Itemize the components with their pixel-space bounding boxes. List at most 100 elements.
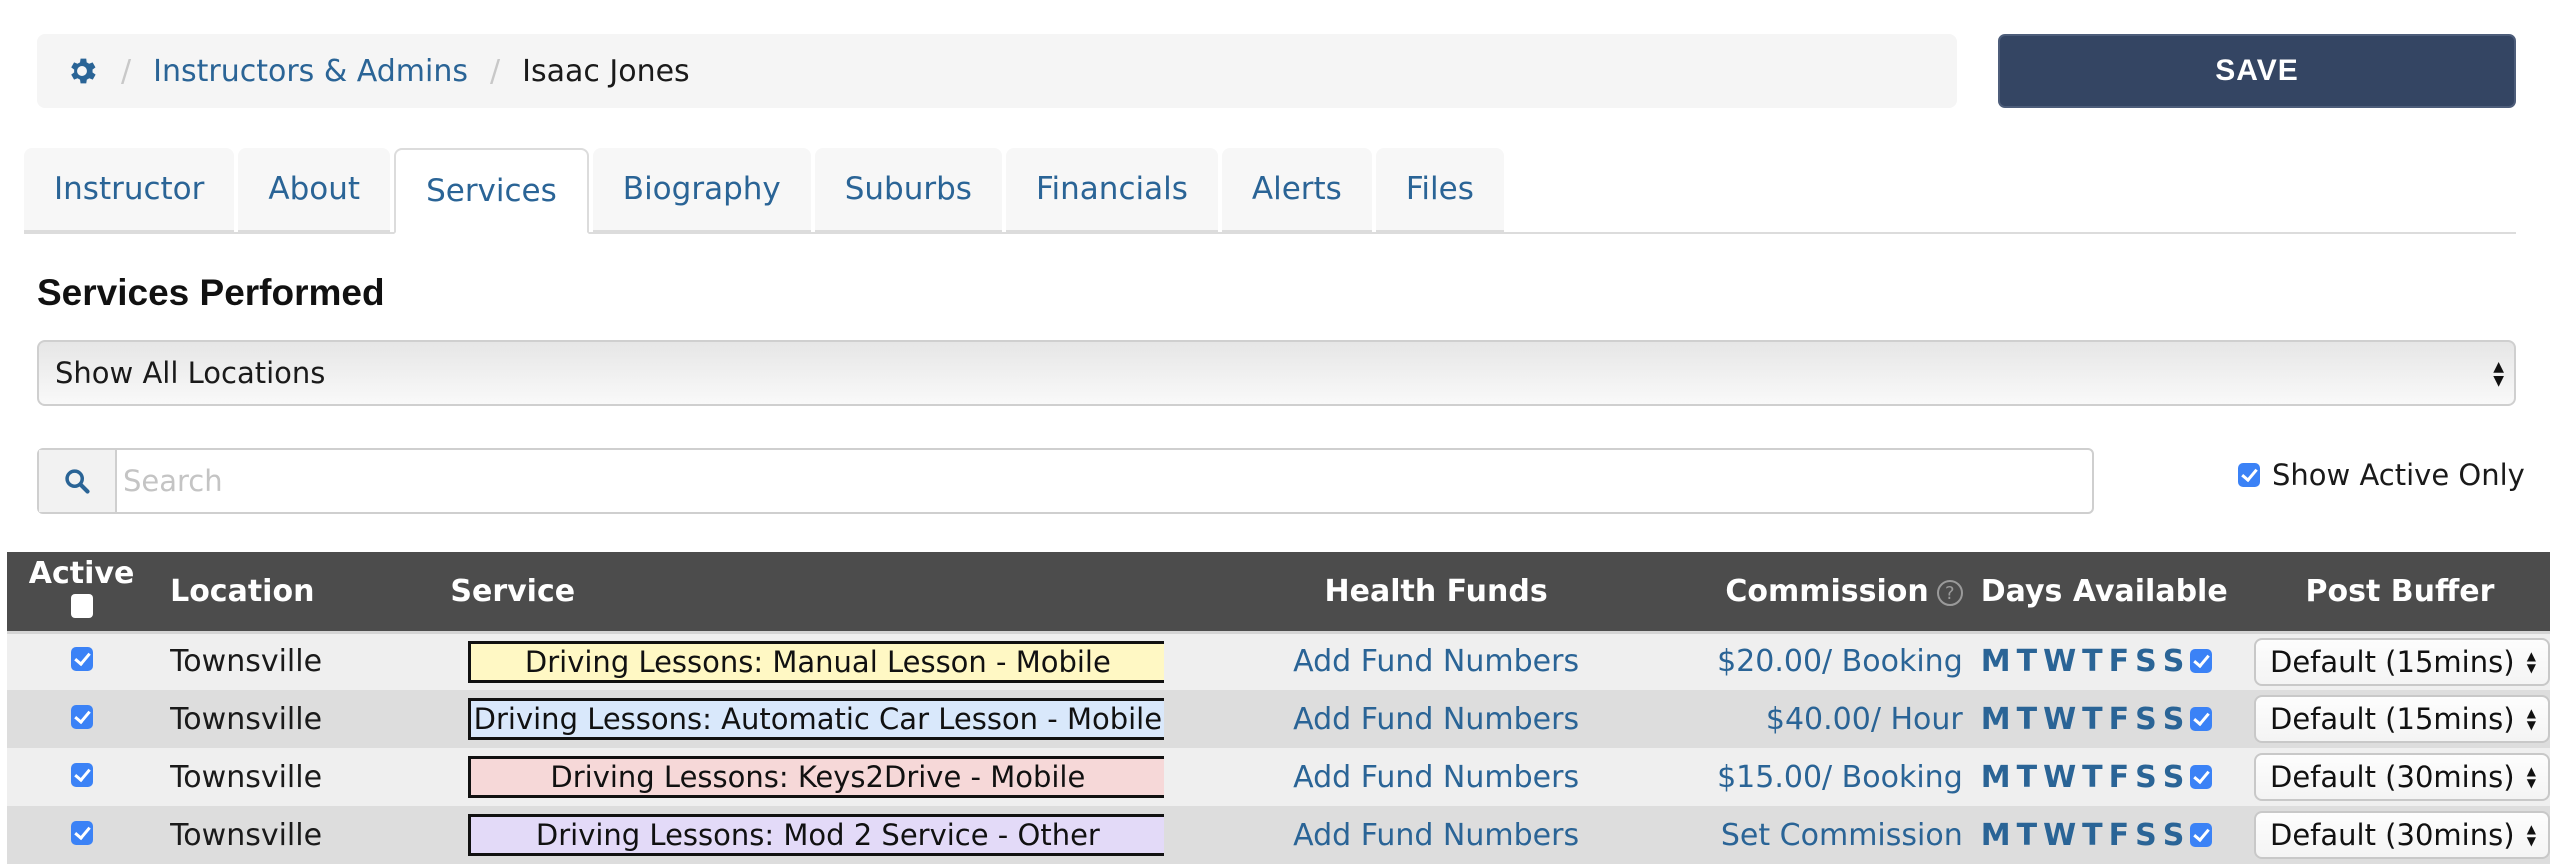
commission-link[interactable]: $20.00/ Booking [1717, 644, 1963, 679]
select-arrows-icon: ▲ ▼ [2526, 764, 2536, 790]
day-toggle[interactable]: M [1981, 644, 2011, 679]
active-checkbox[interactable] [70, 820, 93, 845]
day-toggle[interactable]: W [2043, 644, 2076, 679]
commission-link[interactable]: $15.00/ Booking [1717, 760, 1963, 795]
header-location: Location [170, 573, 315, 609]
post-buffer-value: Default (30mins) [2270, 818, 2515, 852]
day-toggle[interactable]: T [2017, 702, 2037, 737]
day-toggle[interactable]: F [2109, 760, 2130, 795]
add-fund-numbers-link[interactable]: Add Fund Numbers [1293, 702, 1579, 737]
day-toggle[interactable]: S [2163, 702, 2185, 737]
gear-icon[interactable] [65, 54, 99, 88]
select-arrows-icon: ▲ ▼ [2526, 648, 2536, 675]
add-fund-numbers-link[interactable]: Add Fund Numbers [1293, 644, 1579, 679]
show-active-only-label: Show Active Only [2272, 458, 2525, 492]
tab-instructor[interactable]: Instructor [24, 148, 235, 232]
all-days-checkbox[interactable] [2190, 706, 2213, 731]
tab-about[interactable]: About [238, 148, 391, 232]
active-cell [7, 690, 156, 748]
table-row: Townsville Driving Lessons: Automatic Ca… [7, 690, 2550, 748]
header-health-funds: Health Funds [1324, 573, 1548, 609]
all-days-checkbox[interactable] [2190, 764, 2213, 789]
section-title: Services Performed [37, 272, 385, 313]
day-toggle[interactable]: T [2017, 760, 2037, 795]
day-toggle[interactable]: T [2017, 818, 2037, 853]
commission-link[interactable]: $40.00/ Hour [1766, 702, 1963, 737]
active-cell [7, 630, 157, 690]
commission-cell: Set Commission [1653, 806, 1981, 864]
location-filter-select[interactable]: Show All Locations ▲ ▼ [37, 340, 2516, 406]
health-funds-cell: Add Fund Numbers [1219, 630, 1653, 690]
day-toggle[interactable]: F [2109, 702, 2130, 737]
select-arrows-icon: ▲ ▼ [2526, 822, 2536, 848]
breadcrumb: / Instructors & Admins / Isaac Jones [37, 34, 1957, 108]
service-label: Driving Lessons: Automatic Car Lesson - … [468, 698, 1165, 740]
tab-alerts[interactable]: Alerts [1221, 148, 1372, 232]
day-toggle[interactable]: T [2082, 702, 2102, 737]
select-arrows-icon: ▲ ▼ [2526, 706, 2536, 732]
health-funds-cell: Add Fund Numbers [1219, 806, 1653, 864]
active-cell [7, 806, 156, 864]
commission-link[interactable]: Set Commission [1721, 818, 1963, 853]
post-buffer-select[interactable]: Default (30mins) ▲ ▼ [2254, 753, 2550, 801]
commission-cell: $20.00/ Booking [1652, 630, 1981, 690]
day-toggle[interactable]: W [2043, 702, 2076, 737]
post-buffer-select[interactable]: Default (30mins) ▲ ▼ [2254, 811, 2550, 859]
day-toggle[interactable]: S [2163, 644, 2185, 679]
tab-files[interactable]: Files [1375, 148, 1504, 232]
day-toggle[interactable]: W [2043, 760, 2076, 795]
post-buffer-cell: Default (15mins) ▲ ▼ [2250, 630, 2550, 690]
search-input[interactable] [117, 450, 2092, 512]
day-toggle[interactable]: T [2082, 818, 2102, 853]
post-buffer-cell: Default (30mins) ▲ ▼ [2250, 748, 2550, 806]
day-toggle[interactable]: T [2082, 760, 2102, 795]
header-post-buffer: Post Buffer [2305, 573, 2495, 609]
days-available-cell: MTWTFSS [1980, 630, 2250, 690]
day-toggle[interactable]: F [2109, 644, 2130, 679]
day-toggle[interactable]: S [2135, 760, 2157, 795]
days-available-cell: MTWTFSS [1981, 748, 2250, 806]
active-checkbox[interactable] [70, 647, 93, 672]
day-toggle[interactable]: S [2135, 818, 2157, 853]
table-row: Townsville Driving Lessons: Keys2Drive -… [7, 748, 2550, 806]
add-fund-numbers-link[interactable]: Add Fund Numbers [1293, 818, 1579, 853]
active-checkbox[interactable] [70, 704, 93, 729]
commission-cell: $40.00/ Hour [1653, 690, 1981, 748]
tab-financials[interactable]: Financials [1005, 148, 1218, 232]
table-header-row: Active Location Service Health Funds Com… [7, 552, 2550, 632]
service-cell: Driving Lessons: Mod 2 Service - Other [450, 806, 1219, 864]
commission-cell: $15.00/ Booking [1653, 748, 1981, 806]
day-toggle[interactable]: W [2043, 818, 2076, 853]
day-toggle[interactable]: M [1981, 702, 2011, 737]
tab-bar: Instructor About Services Biography Subu… [24, 148, 1508, 234]
add-fund-numbers-link[interactable]: Add Fund Numbers [1293, 760, 1579, 795]
day-toggle[interactable]: M [1981, 760, 2011, 795]
help-icon[interactable]: ? [1936, 580, 1963, 607]
tab-suburbs[interactable]: Suburbs [814, 148, 1002, 232]
breadcrumb-instructors-admins[interactable]: Instructors & Admins [153, 54, 468, 89]
days-available-cell: MTWTFSS [1981, 690, 2250, 748]
show-active-only-toggle[interactable]: Show Active Only [2238, 458, 2525, 492]
day-toggle[interactable]: M [1981, 818, 2011, 853]
day-toggle[interactable]: T [2017, 644, 2037, 679]
post-buffer-select[interactable]: Default (15mins) ▲ ▼ [2254, 695, 2550, 743]
day-toggle[interactable]: S [2135, 702, 2157, 737]
tab-services[interactable]: Services [394, 148, 589, 234]
location-cell: Townsville [170, 817, 323, 853]
post-buffer-cell: Default (30mins) ▲ ▼ [2250, 806, 2550, 864]
tab-biography[interactable]: Biography [592, 148, 811, 232]
post-buffer-select[interactable]: Default (15mins) ▲ ▼ [2254, 637, 2550, 686]
day-toggle[interactable]: T [2082, 644, 2102, 679]
all-days-checkbox[interactable] [2190, 822, 2213, 847]
active-checkbox[interactable] [70, 762, 93, 787]
select-all-checkbox[interactable] [70, 593, 93, 618]
save-button[interactable]: SAVE [1998, 34, 2516, 108]
show-active-only-checkbox[interactable] [2238, 463, 2260, 487]
location-filter-value: Show All Locations [55, 356, 326, 390]
location-cell: Townsville [170, 701, 323, 737]
day-toggle[interactable]: S [2163, 818, 2185, 853]
day-toggle[interactable]: F [2109, 818, 2130, 853]
all-days-checkbox[interactable] [2190, 649, 2213, 674]
day-toggle[interactable]: S [2163, 760, 2185, 795]
day-toggle[interactable]: S [2135, 644, 2157, 679]
